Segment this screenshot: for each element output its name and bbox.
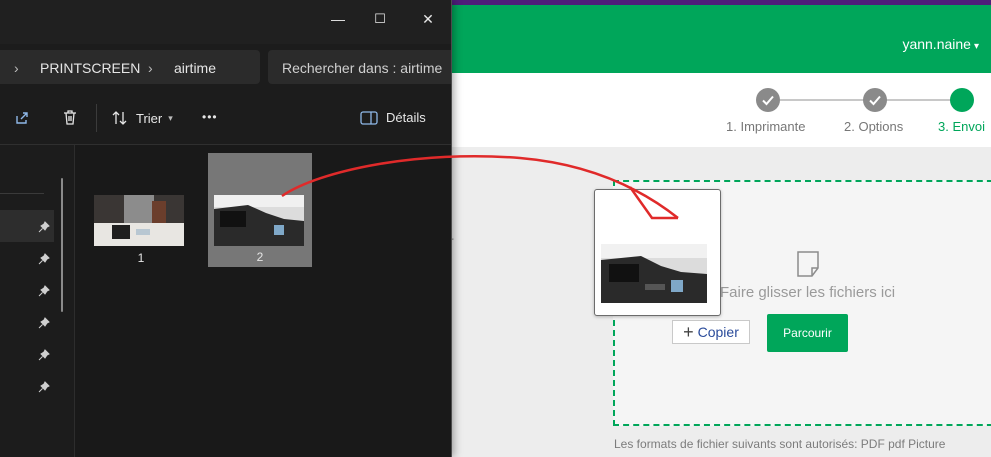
share-icon[interactable] — [14, 110, 30, 126]
details-button[interactable]: Détails — [360, 110, 426, 125]
document-icon — [794, 250, 822, 283]
nav-scrollbar[interactable] — [61, 178, 63, 312]
user-name: yann.naine — [902, 36, 971, 52]
file-list: 1 2 — [75, 145, 451, 457]
step-connector — [886, 99, 952, 101]
sort-label: Trier — [136, 110, 163, 126]
chevron-down-icon: ▾ — [168, 112, 173, 123]
pin-icon — [38, 349, 50, 361]
copy-button[interactable]: + Copier — [672, 320, 750, 344]
step-3-label: 3. Envoi — [938, 119, 985, 134]
chevron-down-icon: ▾ — [973, 41, 979, 52]
step-2-label: 2. Options — [844, 119, 904, 134]
file-name: 1 — [137, 251, 145, 265]
chevron-right-icon: › — [148, 60, 153, 76]
breadcrumb-printscreen[interactable]: PRINTSCREEN — [40, 60, 140, 76]
details-pane-icon — [360, 110, 378, 125]
pin-icon — [38, 381, 50, 393]
step-3-active-dot — [950, 88, 974, 112]
file-item-selected[interactable]: 2 — [208, 153, 312, 267]
file-explorer-window: — ☐ ✕ › PRINTSCREEN › airtime Rechercher… — [0, 0, 452, 457]
pin-icon — [38, 285, 50, 297]
search-input[interactable]: Rechercher dans : airtime — [268, 50, 451, 84]
pin-icon — [38, 253, 50, 265]
search-placeholder: Rechercher dans : airtime — [282, 60, 443, 76]
user-menu[interactable]: yann.naine ▾ — [902, 36, 979, 52]
pin-icon — [38, 317, 50, 329]
breadcrumb-airtime[interactable]: airtime — [174, 60, 216, 76]
browse-button[interactable]: Parcourir — [767, 314, 848, 352]
allowed-formats-text: Les formats de fichier suivants sont aut… — [614, 437, 946, 451]
file-name: 2 — [256, 250, 264, 264]
image-thumbnail — [94, 195, 184, 246]
address-bar[interactable]: › PRINTSCREEN › airtime — [0, 50, 260, 84]
copy-label: Copier — [697, 324, 739, 340]
sort-button[interactable]: Trier ▾ — [112, 110, 173, 126]
image-thumbnail — [601, 244, 707, 303]
maximize-button[interactable]: ☐ — [360, 6, 400, 32]
step-1-check-icon — [756, 88, 780, 112]
step-1-label: 1. Imprimante — [726, 119, 806, 134]
navigation-pane — [0, 145, 75, 457]
toolbar-separator — [96, 104, 97, 132]
close-button[interactable]: ✕ — [408, 6, 448, 32]
pin-icon — [38, 221, 50, 233]
delete-icon[interactable] — [62, 109, 78, 126]
sort-icon — [112, 111, 127, 125]
image-thumbnail — [214, 195, 304, 246]
dropzone-label: Faire glisser les fichiers ici — [720, 284, 896, 301]
step-connector — [780, 99, 864, 101]
details-label: Détails — [386, 110, 426, 125]
file-item[interactable]: 1 — [89, 191, 193, 269]
drag-preview — [594, 189, 721, 316]
plus-icon: + — [683, 322, 694, 342]
step-2-check-icon — [863, 88, 887, 112]
more-options-button[interactable]: ••• — [202, 110, 218, 124]
nav-divider — [0, 193, 44, 194]
chevron-right-icon: › — [14, 60, 19, 76]
title-bar: — ☐ ✕ — [0, 0, 451, 44]
minimize-button[interactable]: — — [318, 6, 358, 32]
